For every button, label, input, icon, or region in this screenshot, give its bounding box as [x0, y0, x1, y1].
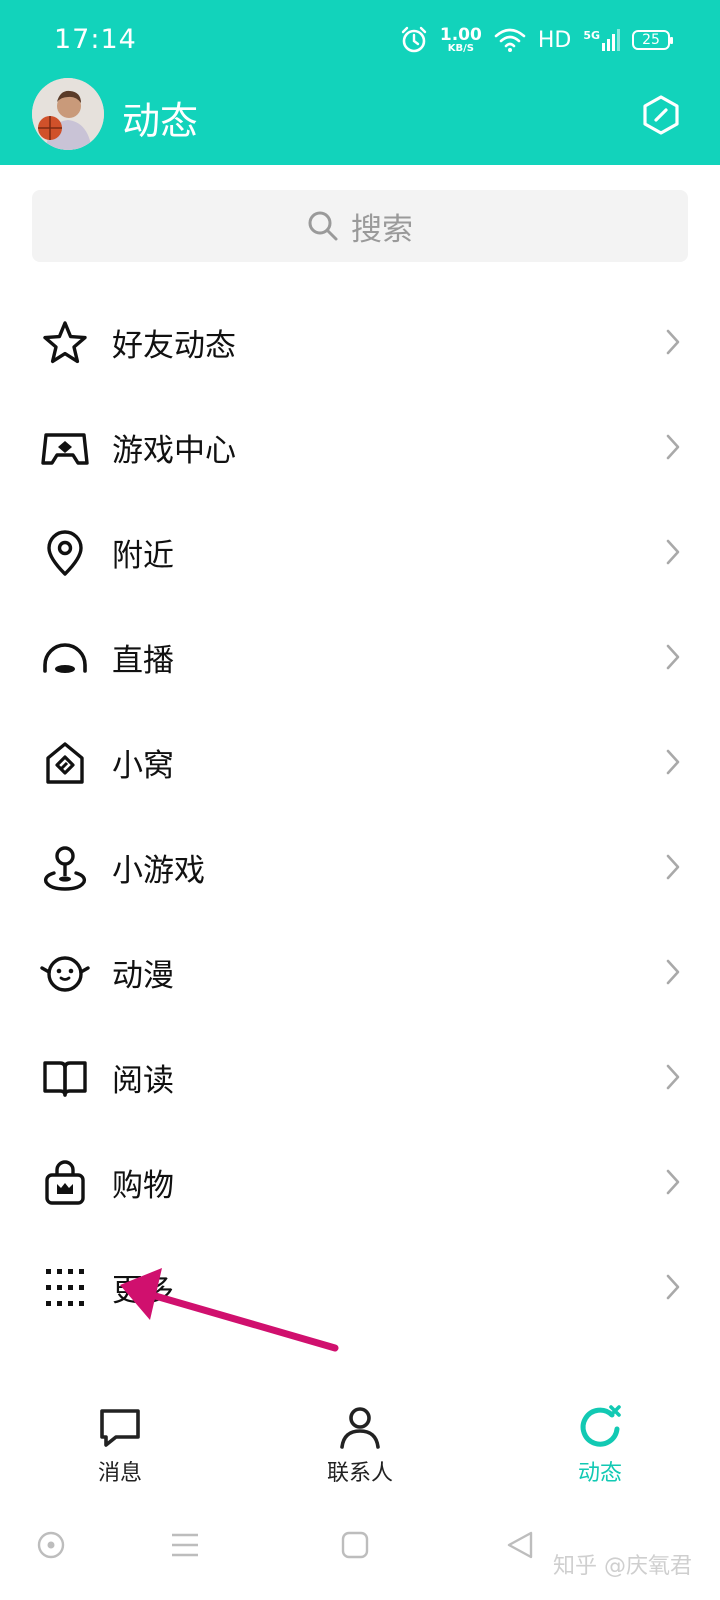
chevron-right-icon [666, 434, 680, 460]
menu-item-label: 购物 [112, 1168, 174, 1204]
chevron-right-icon [666, 1169, 680, 1195]
chevron-right-icon [666, 959, 680, 985]
wifi-icon [494, 28, 526, 52]
tab-contacts[interactable]: 联系人 [300, 1403, 420, 1487]
battery-indicator: 25 [632, 30, 673, 50]
hd-indicator: HD [537, 27, 572, 53]
menu-item-anime[interactable]: 动漫 [0, 920, 720, 1025]
feature-list: 好友动态 游戏中心 附近 直播 小窝 小游戏 动漫 阅读 购物 更多 [0, 290, 720, 1340]
menu-item-friend-feed[interactable]: 好友动态 [0, 290, 720, 395]
signal-indicator: 5G [583, 29, 620, 51]
menu-item-label: 阅读 [112, 1063, 174, 1099]
hexagon-check-icon [643, 95, 679, 135]
menu-item-label: 更多 [112, 1273, 174, 1309]
signal-bars-icon [602, 29, 620, 51]
network-speed-value: 1.00 [439, 24, 482, 45]
book-icon [43, 1061, 87, 1097]
chat-bubble-icon [100, 1409, 140, 1447]
status-time: 17:14 [54, 24, 137, 55]
status-bar: 17:14 1.00 KB/S HD 5G 25 [0, 0, 720, 78]
chevron-right-icon [666, 329, 680, 355]
chevron-right-icon [666, 1274, 680, 1300]
menu-icon[interactable] [170, 1530, 200, 1560]
person-icon [340, 1407, 380, 1449]
live-icon [43, 643, 87, 673]
bottom-tab-bar: 消息 联系人 动态 [0, 1395, 720, 1505]
menu-item-game-center[interactable]: 游戏中心 [0, 395, 720, 500]
network-speed-unit: KB/S [447, 42, 474, 54]
menu-item-shopping[interactable]: 购物 [0, 1130, 720, 1235]
status-icons: 1.00 KB/S HD 5G 25 [400, 22, 673, 58]
search-icon [308, 211, 338, 241]
refresh-star-icon [580, 1405, 621, 1447]
search-input[interactable]: 搜索 [32, 190, 688, 262]
tab-messages[interactable]: 消息 [60, 1403, 180, 1487]
menu-item-label: 好友动态 [112, 328, 236, 364]
menu-item-nest[interactable]: 小窝 [0, 710, 720, 815]
tab-label: 动态 [577, 1461, 622, 1486]
menu-item-label: 动漫 [112, 958, 174, 994]
network-speed: 1.00 KB/S [439, 24, 482, 54]
star-icon [43, 321, 87, 364]
menu-item-nearby[interactable]: 附近 [0, 500, 720, 605]
tab-label: 消息 [97, 1461, 142, 1486]
tab-label: 联系人 [326, 1461, 393, 1486]
avatar-image [32, 78, 104, 150]
joystick-icon [43, 846, 87, 891]
home-diamond-icon [46, 742, 84, 784]
alarm-icon [401, 26, 427, 53]
watermark: 知乎 @庆氧君 [553, 1554, 692, 1579]
back-icon[interactable] [505, 1530, 535, 1560]
gamepad-icon [41, 433, 89, 465]
menu-item-label: 小窝 [112, 748, 174, 784]
page-title: 动态 [122, 99, 199, 143]
shopping-bag-icon [45, 1160, 85, 1205]
menu-item-live[interactable]: 直播 [0, 605, 720, 710]
settings-button[interactable] [640, 94, 682, 136]
menu-item-label: 游戏中心 [112, 433, 236, 469]
menu-item-label: 直播 [112, 643, 174, 679]
menu-item-label: 附近 [112, 538, 174, 574]
menu-item-label: 小游戏 [112, 853, 205, 889]
chevron-right-icon [666, 1064, 680, 1090]
chick-face-icon [40, 956, 90, 992]
home-icon[interactable] [340, 1530, 370, 1560]
menu-item-mini-games[interactable]: 小游戏 [0, 815, 720, 920]
menu-item-more[interactable]: 更多 [0, 1235, 720, 1340]
location-pin-icon [47, 530, 83, 576]
search-placeholder: 搜索 [351, 211, 413, 248]
grid-dots-icon [46, 1269, 84, 1306]
app-header: 17:14 1.00 KB/S HD 5G 25 动态 [0, 0, 720, 165]
assistant-icon[interactable] [36, 1530, 66, 1560]
chevron-right-icon [666, 644, 680, 670]
tab-feed[interactable]: 动态 [540, 1403, 660, 1487]
signal-label: 5G [583, 29, 600, 42]
avatar[interactable] [32, 78, 104, 150]
chevron-right-icon [666, 854, 680, 880]
chevron-right-icon [666, 749, 680, 775]
chevron-right-icon [666, 539, 680, 565]
menu-item-reading[interactable]: 阅读 [0, 1025, 720, 1130]
